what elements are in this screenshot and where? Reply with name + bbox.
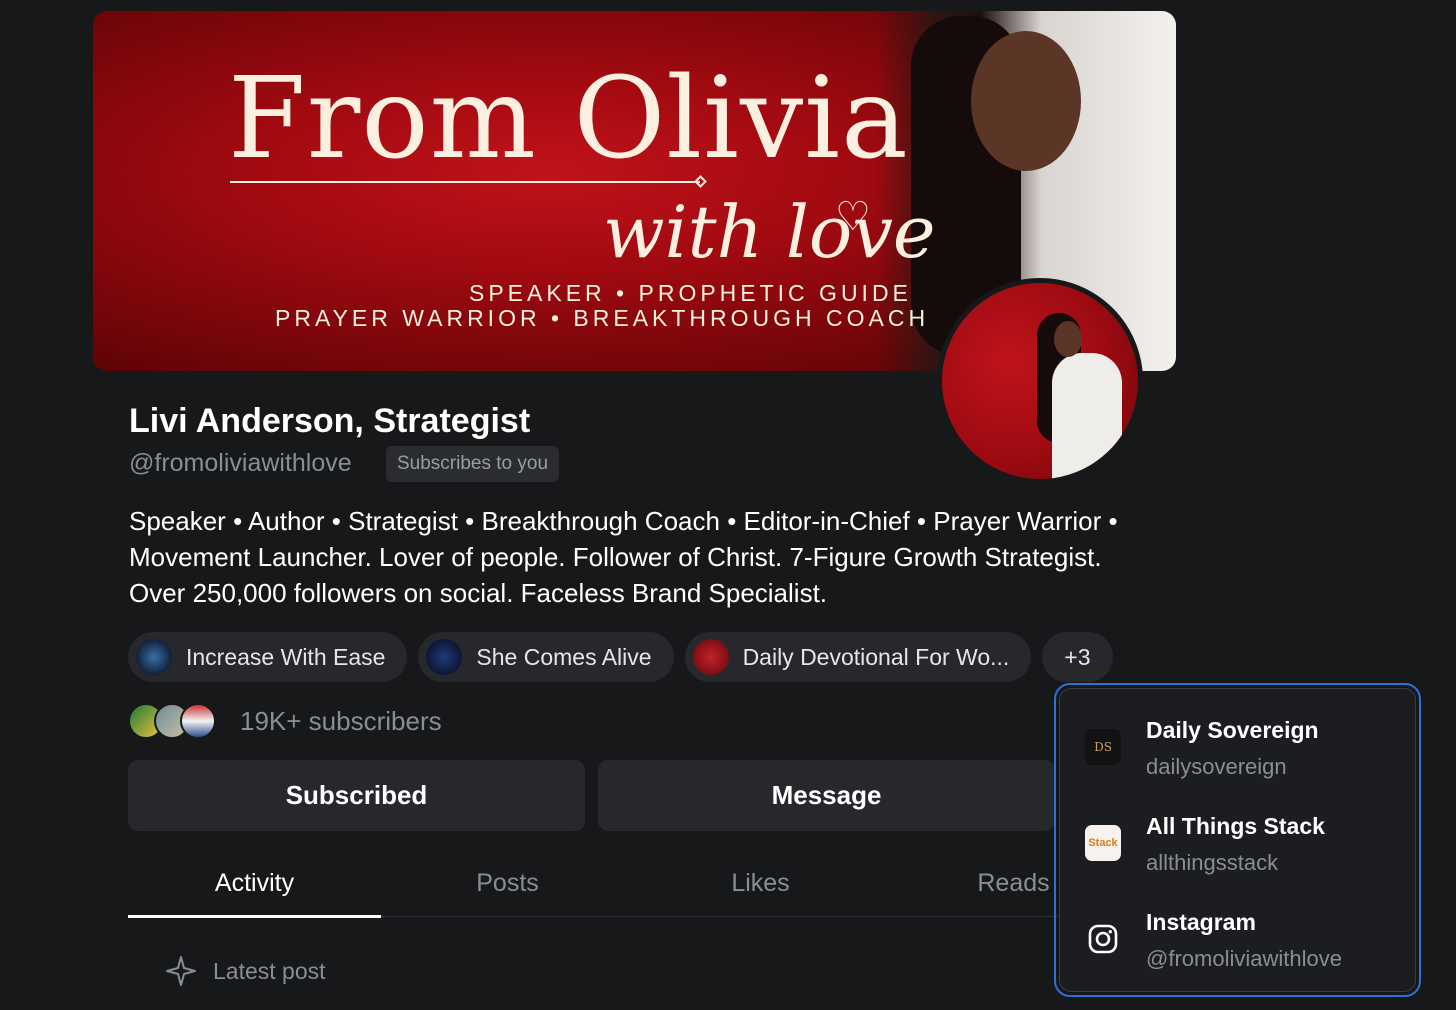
banner-tagline-1: SPEAKER • PROPHETIC GUIDE (469, 280, 912, 306)
subscribes-to-you-badge: Subscribes to you (386, 446, 560, 482)
publication-chip-she-comes-alive[interactable]: She Comes Alive (418, 632, 674, 682)
publication-logo (136, 639, 172, 675)
dropdown-item-subtitle: allthingsstack (1146, 850, 1279, 875)
sparkle-icon (166, 956, 196, 986)
profile-bio: Speaker • Author • Strategist • Breakthr… (129, 506, 1118, 608)
dropdown-item-instagram[interactable]: Instagram @fromoliviawithlove (1060, 903, 1415, 999)
publication-chip-daily-devotional[interactable]: Daily Devotional For Wo... (684, 632, 1032, 682)
daily-sovereign-logo-icon: DS (1085, 729, 1121, 765)
dropdown-item-subtitle: @fromoliviawithlove (1146, 946, 1342, 971)
more-publications-label: +3 (1064, 643, 1091, 670)
banner-script-text: with love (603, 190, 936, 274)
subscribed-button[interactable]: Subscribed (128, 760, 585, 831)
publication-label: Daily Devotional For Wo... (742, 643, 1010, 670)
latest-post-label: Latest post (213, 957, 326, 984)
profile-avatar[interactable] (937, 278, 1143, 484)
instagram-icon (1085, 921, 1121, 957)
publication-label: Increase With Ease (186, 643, 386, 670)
profile-handle: @fromoliviawithlove (129, 449, 352, 477)
dropdown-item-title: All Things Stack (1146, 813, 1325, 839)
profile-name: Livi Anderson, Strategist (129, 402, 531, 440)
banner-divider (230, 181, 700, 183)
publication-chip-increase-with-ease[interactable]: Increase With Ease (128, 632, 408, 682)
subscriber-count[interactable]: 19K+ subscribers (240, 706, 442, 737)
avatar (180, 703, 216, 739)
message-button[interactable]: Message (598, 760, 1055, 831)
tab-likes[interactable]: Likes (634, 860, 887, 917)
subscriber-avatars (128, 703, 220, 739)
all-things-stack-logo-icon: Stack (1085, 825, 1121, 861)
banner-title: From Olivia (228, 54, 909, 184)
publication-logo (426, 639, 463, 675)
publication-logo (692, 639, 729, 675)
dropdown-item-all-things-stack[interactable]: Stack All Things Stack allthingsstack (1060, 807, 1415, 903)
more-publications-button[interactable]: +3 (1042, 632, 1113, 682)
tab-activity[interactable]: Activity (128, 860, 381, 918)
publication-list: Increase With Ease She Comes Alive Daily… (128, 632, 1113, 682)
publication-label: She Comes Alive (476, 643, 652, 670)
more-publications-dropdown: DS Daily Sovereign dailysovereign Stack … (1054, 683, 1421, 997)
dropdown-item-subtitle: dailysovereign (1146, 754, 1287, 779)
dropdown-item-daily-sovereign[interactable]: DS Daily Sovereign dailysovereign (1060, 711, 1415, 807)
dropdown-item-title: Instagram (1146, 909, 1256, 935)
dropdown-item-title: Daily Sovereign (1146, 717, 1319, 743)
heart-icon: ♡ (835, 195, 871, 239)
tab-posts[interactable]: Posts (381, 860, 634, 917)
banner-tagline-2: PRAYER WARRIOR • BREAKTHROUGH COACH (275, 305, 930, 331)
profile-tabs: Activity Posts Likes Reads (128, 860, 1058, 918)
latest-post-header: Latest post (165, 955, 326, 987)
